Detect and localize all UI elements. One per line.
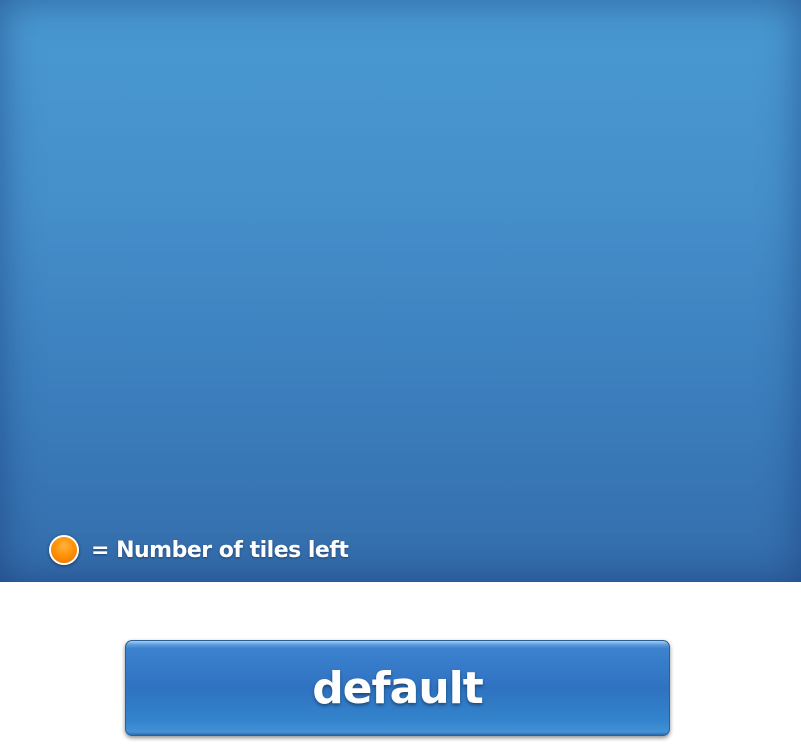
default-button-label: default [312, 662, 484, 714]
game-board-panel: = Number of tiles left [0, 0, 801, 582]
default-button[interactable]: default [125, 640, 670, 736]
legend-label: = Number of tiles left [91, 537, 349, 563]
orange-circle-icon [49, 535, 79, 565]
tiles-left-legend: = Number of tiles left [49, 534, 349, 566]
